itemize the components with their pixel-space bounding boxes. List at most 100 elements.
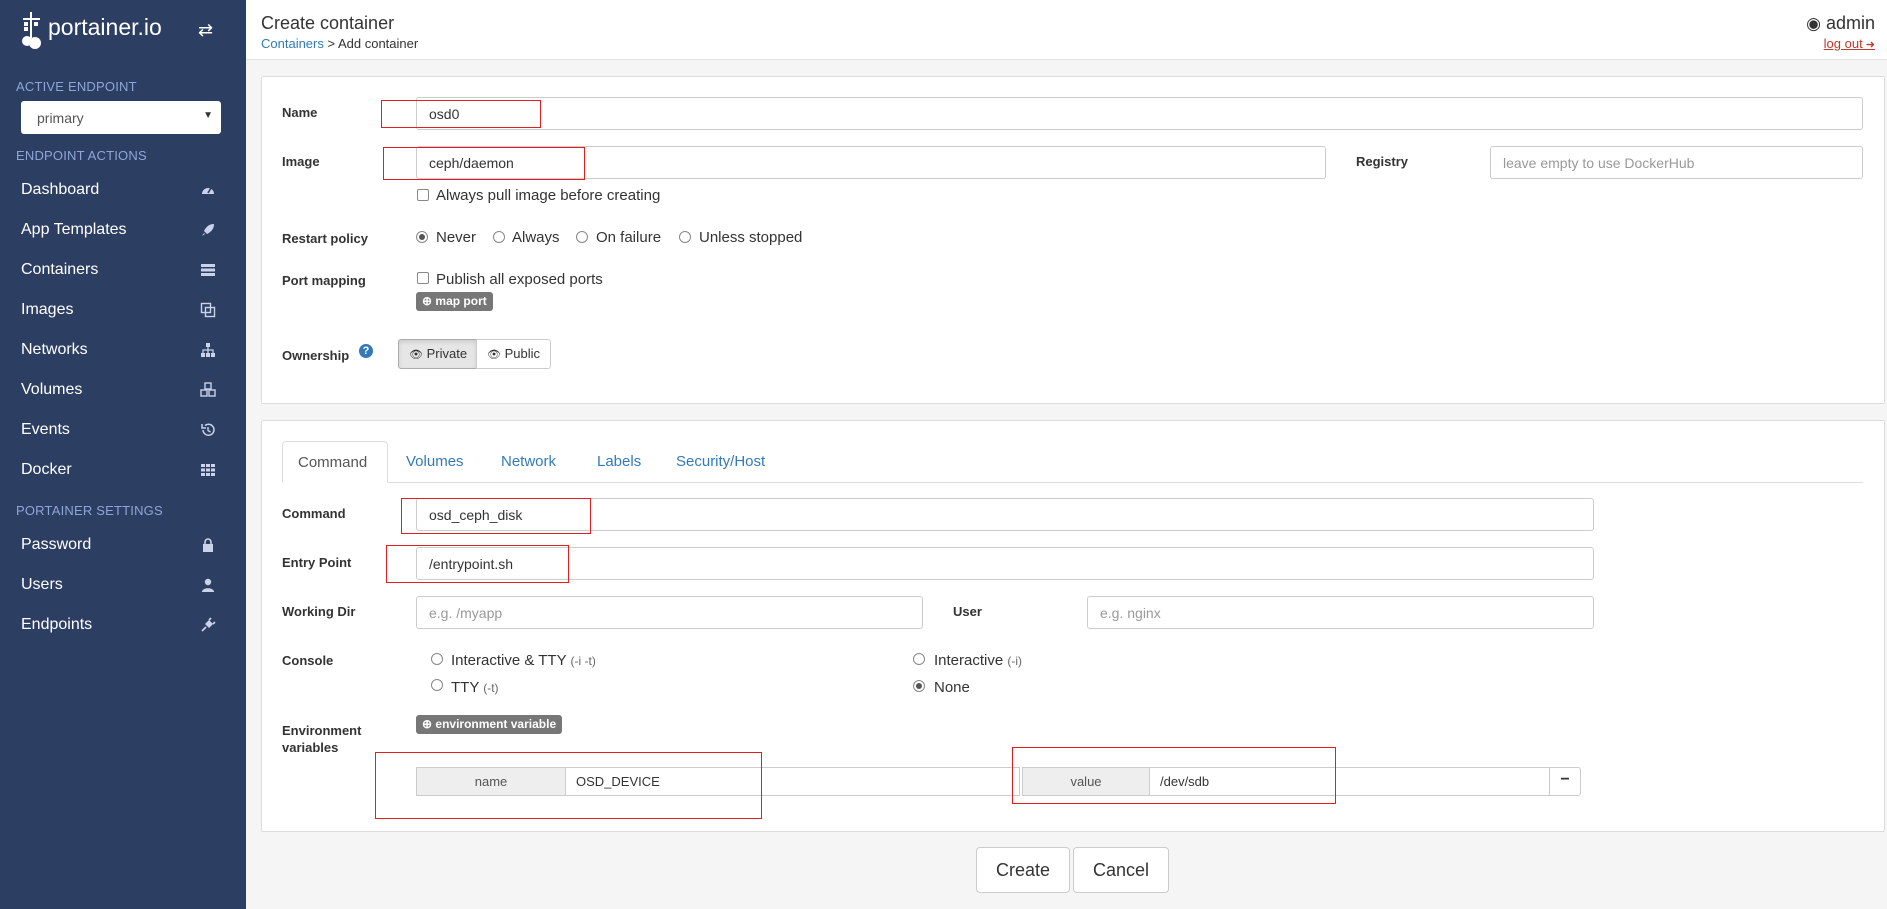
lock-icon: [203, 538, 213, 552]
tab-network[interactable]: Network: [486, 441, 571, 483]
user-menu: ◉ admin: [1806, 13, 1875, 34]
endpoint-select-value: primary: [37, 110, 84, 126]
sidebar-item-label: App Templates: [21, 221, 127, 238]
restart-always-radio[interactable]: [493, 231, 505, 243]
remove-env-variable-button[interactable]: −: [1549, 767, 1581, 796]
ownership-label: Ownership: [282, 348, 350, 363]
rocket-icon: [202, 224, 214, 236]
env-label-line: Environment: [282, 723, 362, 738]
console-interactive-tty-radio[interactable]: [431, 653, 443, 665]
env-value-addon: value: [1022, 767, 1150, 796]
sidebar-item-label: Events: [21, 421, 70, 438]
always-pull-checkbox[interactable]: [417, 189, 429, 201]
sidebar-item-label: Users: [21, 576, 63, 593]
sidebar-item-networks[interactable]: Networks: [0, 330, 246, 370]
tab-volumes[interactable]: Volumes: [391, 441, 479, 483]
restart-unless-stopped-radio[interactable]: [679, 231, 691, 243]
console-option-label: Interactive & TTY: [451, 652, 567, 669]
tab-labels[interactable]: Labels: [582, 441, 656, 483]
question-circle-icon[interactable]: ?: [359, 344, 373, 358]
env-value-input[interactable]: /dev/sdb: [1149, 767, 1550, 796]
tab-security-host[interactable]: Security/Host: [661, 441, 780, 483]
console-option-label: TTY: [451, 679, 480, 696]
sidebar-item-events[interactable]: Events: [0, 410, 246, 450]
eye-slash-icon: 👁: [409, 349, 423, 361]
user-circle-icon: ◉: [1806, 14, 1821, 33]
command-input[interactable]: osd_ceph_disk: [416, 498, 1594, 531]
command-label: Command: [282, 506, 346, 521]
plus-circle-icon: ⊕: [422, 294, 433, 308]
exchange-icon[interactable]: ⇄: [198, 20, 213, 41]
restart-on-failure-label: On failure: [596, 229, 662, 246]
sidebar-item-volumes[interactable]: Volumes: [0, 370, 246, 410]
env-variables-label: Environment variables: [282, 722, 361, 756]
user-label: User: [953, 604, 982, 619]
active-endpoint-title: ACTIVE ENDPOINT: [16, 79, 137, 94]
console-option-label: Interactive: [934, 652, 1004, 669]
add-env-variable-label: environment variable: [435, 717, 557, 731]
name-input[interactable]: osd0: [416, 97, 1863, 130]
endpoint-select[interactable]: primary ▼: [21, 101, 221, 134]
always-pull-label: Always pull image before creating: [436, 187, 661, 204]
cubes-icon: [200, 382, 216, 397]
eye-icon: 👁: [487, 349, 501, 361]
console-none-option: None: [934, 679, 970, 696]
sidebar-item-password[interactable]: Password: [0, 525, 246, 565]
portainer-logo-icon: [22, 12, 41, 49]
publish-all-checkbox[interactable]: [417, 272, 429, 284]
brand: portainer.io ⇄: [0, 0, 246, 60]
restart-always-label: Always: [512, 229, 560, 246]
sidebar-item-dashboard[interactable]: Dashboard: [0, 170, 246, 210]
logout-label: log out: [1823, 36, 1863, 51]
name-label: Name: [282, 105, 318, 120]
console-interactive-option: Interactive (-i): [934, 652, 1022, 669]
plus-circle-icon: ⊕: [422, 717, 433, 731]
map-port-button[interactable]: ⊕ map port: [416, 292, 493, 311]
sidebar-item-label: Docker: [21, 461, 72, 478]
console-label: Console: [282, 653, 334, 668]
entrypoint-label: Entry Point: [282, 555, 352, 570]
restart-on-failure-radio[interactable]: [576, 231, 588, 243]
minus-icon: −: [1560, 771, 1570, 788]
ownership-private-button[interactable]: 👁 Private: [398, 339, 477, 369]
sidebar-item-label: Volumes: [21, 381, 83, 398]
working-dir-input[interactable]: e.g. /myapp: [416, 596, 923, 629]
breadcrumb: Containers > Add container: [261, 36, 418, 51]
logout-link[interactable]: log out ➜: [1824, 36, 1875, 51]
page-header: Create container Containers > Add contai…: [246, 0, 1887, 60]
sidebar-item-label: Containers: [21, 261, 99, 278]
add-env-variable-button[interactable]: ⊕ environment variable: [416, 715, 563, 734]
map-port-label: map port: [435, 294, 487, 308]
endpoint-actions-title: ENDPOINT ACTIONS: [16, 148, 147, 163]
sidebar-item-docker[interactable]: Docker: [0, 450, 246, 490]
console-option-hint: (-i -t): [570, 654, 596, 668]
page-title: Create container: [261, 13, 395, 33]
tab-command[interactable]: Command: [282, 441, 388, 483]
sidebar-item-containers[interactable]: Containers: [0, 250, 246, 290]
restart-never-radio[interactable]: [416, 231, 428, 243]
cancel-button[interactable]: Cancel: [1073, 847, 1169, 893]
sidebar-item-app-templates[interactable]: App Templates: [0, 210, 246, 250]
sidebar-item-images[interactable]: Images: [0, 290, 246, 330]
create-button[interactable]: Create: [976, 847, 1070, 893]
sidebar-item-users[interactable]: Users: [0, 565, 246, 605]
env-name-input[interactable]: OSD_DEVICE: [565, 767, 1020, 796]
server-icon: [201, 264, 215, 276]
console-tty-radio[interactable]: [431, 679, 443, 691]
port-mapping-label: Port mapping: [282, 273, 366, 288]
registry-label: Registry: [1356, 154, 1409, 169]
image-input[interactable]: ceph/daemon: [416, 146, 1326, 179]
env-name-addon: name: [416, 767, 566, 796]
ownership-private-label: Private: [426, 346, 468, 361]
sidebar-item-endpoints[interactable]: Endpoints: [0, 605, 246, 645]
entrypoint-input[interactable]: /entrypoint.sh: [416, 547, 1594, 580]
sidebar-item-label: Password: [21, 536, 92, 553]
user-input[interactable]: e.g. nginx: [1087, 596, 1594, 629]
breadcrumb-link-containers[interactable]: Containers: [261, 36, 324, 51]
registry-input[interactable]: leave empty to use DockerHub: [1490, 146, 1863, 179]
ownership-public-button[interactable]: 👁 Public: [476, 339, 551, 369]
plug-icon: [201, 617, 216, 632]
console-interactive-radio[interactable]: [913, 653, 925, 665]
console-none-radio[interactable]: [913, 680, 925, 692]
sidebar-item-label: Endpoints: [21, 616, 93, 633]
